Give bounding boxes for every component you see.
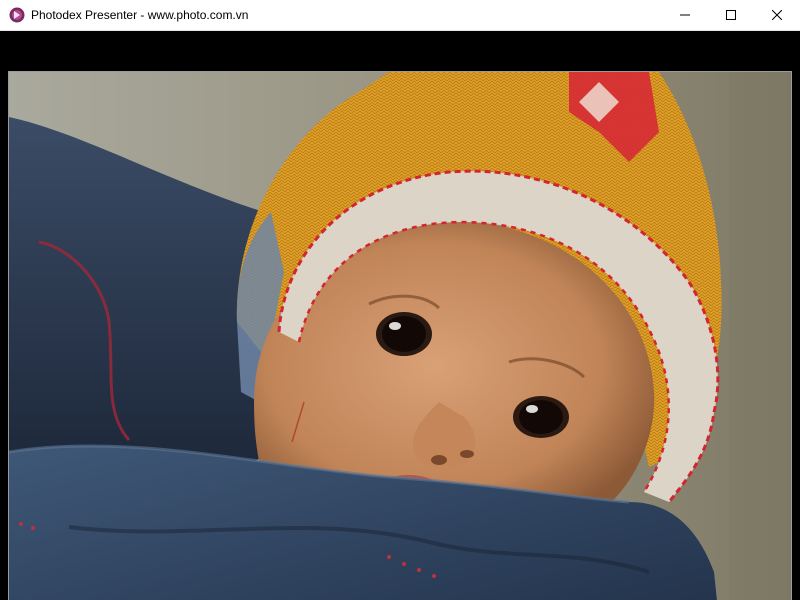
app-window: Photodex Presenter - www.photo.com.vn (0, 0, 800, 600)
presentation-area[interactable] (0, 31, 800, 600)
photodex-app-icon (9, 7, 25, 23)
minimize-button[interactable] (662, 0, 708, 30)
maximize-icon (726, 10, 736, 20)
baby-portrait-image (9, 72, 791, 600)
close-icon (772, 10, 782, 20)
close-button[interactable] (754, 0, 800, 30)
title-bar[interactable]: Photodex Presenter - www.photo.com.vn (0, 0, 800, 31)
window-title: Photodex Presenter - www.photo.com.vn (31, 8, 249, 22)
window-controls (662, 0, 800, 30)
minimize-icon (680, 14, 690, 16)
slide-photo[interactable] (8, 71, 792, 600)
maximize-button[interactable] (708, 0, 754, 30)
